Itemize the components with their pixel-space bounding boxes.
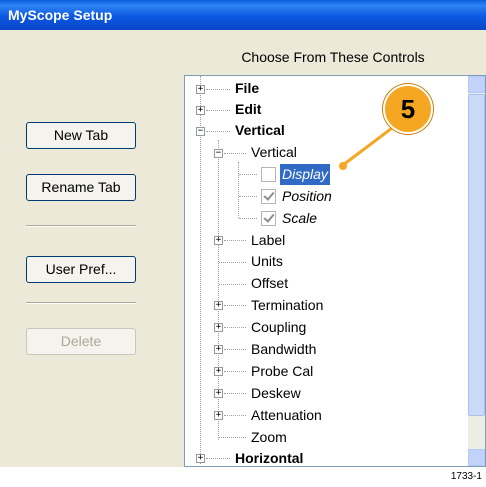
new-tab-button[interactable]: New Tab [26, 122, 136, 149]
tree-line [224, 153, 246, 154]
expand-icon[interactable]: + [196, 454, 205, 463]
tree-item-termination[interactable]: Termination [251, 295, 323, 316]
tree-item-position[interactable]: Position [282, 186, 332, 207]
window-title: MyScope Setup [0, 0, 486, 30]
expand-icon[interactable]: + [214, 411, 223, 420]
scroll-down-arrow-icon[interactable] [468, 449, 485, 466]
tree-line [206, 110, 230, 111]
tree-line [219, 284, 246, 285]
tree-line [224, 415, 246, 416]
tree-line [224, 305, 246, 306]
expand-icon[interactable]: + [214, 367, 223, 376]
tree-line [206, 458, 230, 459]
tree-line [224, 393, 246, 394]
collapse-icon[interactable]: − [214, 149, 223, 158]
expand-icon[interactable]: + [214, 345, 223, 354]
tree-item-probe-cal[interactable]: Probe Cal [251, 361, 313, 382]
tree-item-scale[interactable]: Scale [282, 208, 317, 229]
collapse-icon[interactable]: − [196, 127, 205, 136]
expand-icon[interactable]: + [214, 301, 223, 310]
delete-button: Delete [26, 328, 136, 355]
tree-item-coupling[interactable]: Coupling [251, 317, 306, 338]
tree-item-vertical-sub[interactable]: Vertical [251, 142, 297, 163]
tree-item-zoom[interactable]: Zoom [251, 427, 287, 448]
tree-line [219, 437, 246, 438]
expand-icon[interactable]: + [214, 323, 223, 332]
callout-number-badge: 5 [383, 84, 433, 134]
tree-item-offset[interactable]: Offset [251, 273, 288, 294]
expand-icon[interactable]: + [214, 236, 223, 245]
tree-line [239, 174, 257, 175]
tree-item-label[interactable]: Label [251, 230, 285, 251]
tree-item-horizontal[interactable]: Horizontal [235, 448, 303, 466]
expand-icon[interactable]: + [196, 85, 205, 94]
tree-item-bandwidth[interactable]: Bandwidth [251, 339, 316, 360]
separator [26, 302, 136, 304]
tree-line [224, 349, 246, 350]
tree-item-edit[interactable]: Edit [235, 99, 261, 120]
expand-icon[interactable]: + [196, 106, 205, 115]
rename-tab-button[interactable]: Rename Tab [26, 174, 136, 201]
tree-line [239, 218, 257, 219]
tree-line [239, 196, 257, 197]
display-checkbox[interactable] [261, 167, 276, 182]
tree-item-attenuation[interactable]: Attenuation [251, 405, 322, 426]
position-checkbox[interactable] [261, 189, 276, 204]
tree-item-deskew[interactable]: Deskew [251, 383, 301, 404]
tree-line [224, 327, 246, 328]
tree-line [206, 89, 230, 90]
tree-line [219, 262, 246, 263]
tree-line [206, 131, 230, 132]
choose-controls-label: Choose From These Controls [241, 49, 425, 65]
tree-item-file[interactable]: File [235, 78, 259, 99]
tree-line [224, 240, 246, 241]
tree-item-display[interactable]: Display [280, 164, 330, 185]
tree-line [224, 371, 246, 372]
scale-checkbox[interactable] [261, 211, 276, 226]
user-pref-button[interactable]: User Pref... [26, 256, 136, 283]
scroll-thumb[interactable] [468, 94, 485, 416]
scroll-up-arrow-icon[interactable] [468, 76, 485, 93]
figure-code: 1733-1 [450, 471, 482, 482]
tree-item-units[interactable]: Units [251, 251, 283, 272]
myscope-setup-window: MyScope Setup Choose From These Controls… [0, 0, 486, 467]
separator [26, 225, 136, 227]
tree-line [238, 162, 239, 218]
tree-item-vertical[interactable]: Vertical [235, 120, 285, 141]
expand-icon[interactable]: + [214, 389, 223, 398]
